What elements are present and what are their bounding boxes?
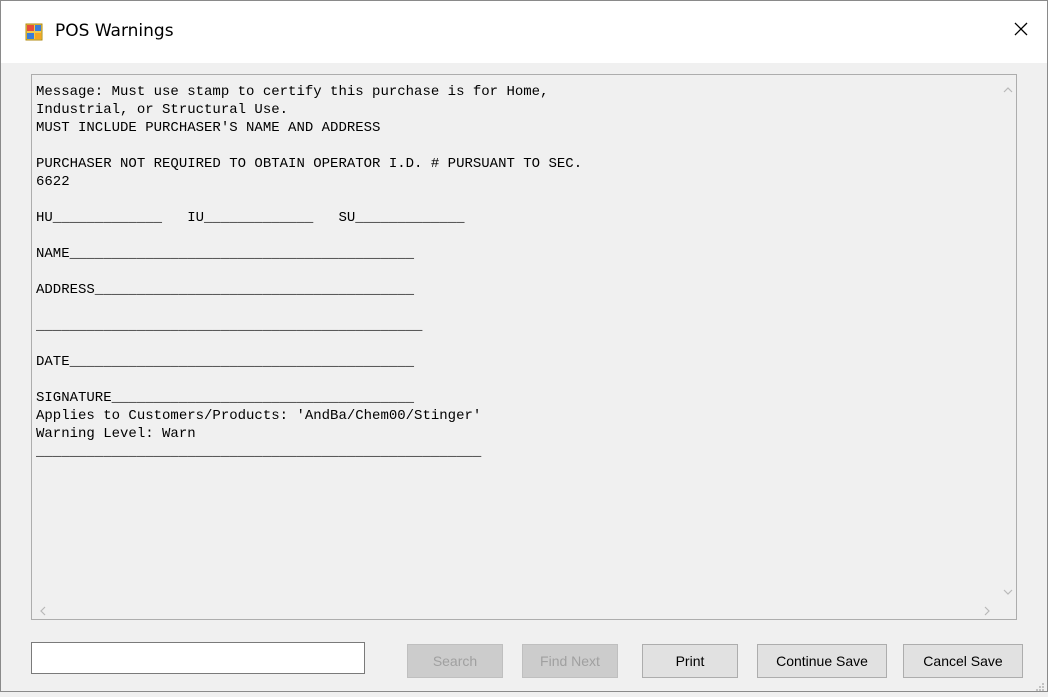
continue-save-button[interactable]: Continue Save (757, 644, 887, 678)
window-title: POS Warnings (55, 21, 174, 41)
print-button[interactable]: Print (642, 644, 738, 678)
message-line: NAME____________________________________… (36, 246, 415, 262)
close-button[interactable] (1003, 15, 1039, 47)
chevron-right-icon[interactable] (978, 602, 995, 619)
message-line (36, 227, 996, 245)
find-next-button[interactable]: Find Next (522, 644, 618, 678)
message-line (36, 371, 996, 389)
vertical-scrollbar[interactable] (999, 75, 1016, 602)
chevron-left-icon[interactable] (34, 602, 51, 619)
resize-grip-icon[interactable] (1035, 679, 1045, 691)
cancel-save-button[interactable]: Cancel Save (903, 644, 1023, 678)
message-line: Warning Level: Warn (36, 426, 196, 442)
message-line: PURCHASER NOT REQUIRED TO OBTAIN OPERATO… (36, 156, 583, 172)
message-line (36, 335, 996, 353)
message-line: ADDRESS_________________________________… (36, 282, 415, 298)
message-line: DATE____________________________________… (36, 354, 415, 370)
title-bar: POS Warnings (1, 1, 1047, 63)
message-line (36, 299, 996, 317)
search-button[interactable]: Search (407, 644, 503, 678)
message-line: ________________________________________… (36, 444, 482, 460)
message-line: HU_____________ IU_____________ SU______… (36, 210, 465, 226)
message-line: Industrial, or Structural Use. (36, 102, 289, 118)
pos-warnings-dialog: POS Warnings Message: Must use stamp to … (0, 0, 1048, 692)
message-line: Applies to Customers/Products: 'AndBa/Ch… (36, 408, 482, 424)
message-line (36, 263, 996, 281)
chevron-down-icon[interactable] (999, 583, 1016, 600)
message-textbox[interactable]: Message: Must use stamp to certify this … (31, 74, 1017, 620)
horizontal-scrollbar[interactable] (32, 602, 999, 619)
message-line: ________________________________________… (36, 318, 423, 334)
form-window-icon (25, 23, 43, 41)
message-line: Message: Must use stamp to certify this … (36, 84, 549, 100)
scrollbar-corner (999, 602, 1016, 619)
message-line (36, 137, 996, 155)
message-line (36, 191, 996, 209)
message-line: MUST INCLUDE PURCHASER'S NAME AND ADDRES… (36, 120, 381, 136)
message-line: 6622 (36, 174, 70, 190)
message-content: Message: Must use stamp to certify this … (36, 83, 996, 597)
search-input[interactable] (31, 642, 365, 674)
chevron-up-icon[interactable] (999, 81, 1016, 98)
close-icon (1013, 21, 1029, 42)
message-line: SIGNATURE_______________________________… (36, 390, 415, 406)
